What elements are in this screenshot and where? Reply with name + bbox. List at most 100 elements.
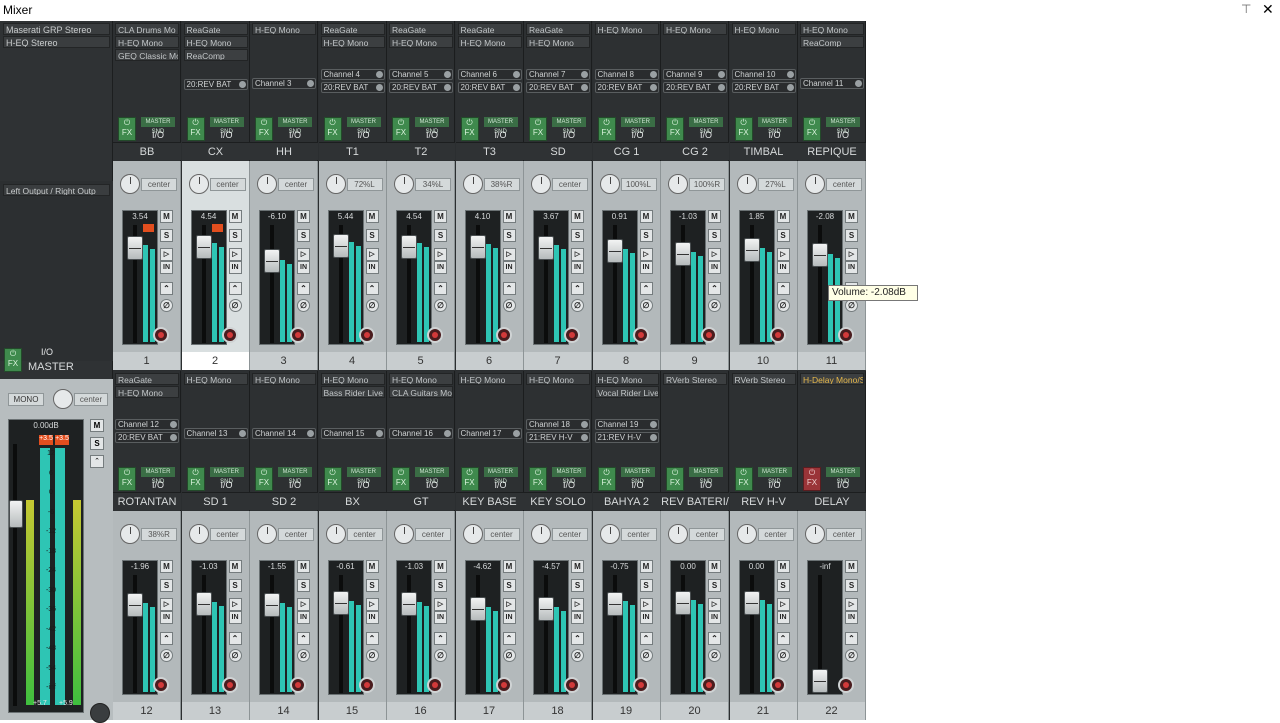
master-send-toggle[interactable]: MASTER SND [141,117,175,135]
envelope-icon[interactable]: ⌃ [571,282,584,295]
io-button[interactable]: I/O [621,129,655,141]
solo-button[interactable]: S [639,229,653,242]
input-button[interactable]: IN [502,611,516,624]
input-button[interactable]: IN [639,611,653,624]
io-button[interactable]: I/O [758,479,792,491]
input-button[interactable]: IN [571,611,584,624]
send-dot-icon[interactable] [581,84,588,91]
fx-slot[interactable]: H-EQ Mono [663,23,727,35]
fx-slot[interactable]: H-EQ Mono [457,373,522,385]
fx-slot[interactable]: H-EQ Mono [594,373,659,385]
record-arm-button[interactable] [838,327,854,343]
io-button[interactable]: I/O [689,479,723,491]
fx-power-button[interactable]: ⏻ FX [529,117,547,141]
solo-button[interactable]: S [365,229,379,242]
send-slot[interactable]: 20:REV BAT [115,432,179,443]
fx-bypass-icon[interactable]: ▷ [365,248,379,261]
volume-fader[interactable] [675,242,691,266]
envelope-icon[interactable]: ⌃ [160,632,173,645]
track-name[interactable]: KEY BASE [455,492,524,510]
master-send-toggle[interactable]: MASTER SND [415,117,449,135]
volume-fader[interactable] [606,591,623,616]
phase-icon[interactable]: ∅ [434,649,447,662]
io-button[interactable]: I/O [484,129,518,141]
pan-knob[interactable] [325,174,346,194]
input-button[interactable]: IN [845,261,858,274]
volume-fader[interactable] [469,235,486,260]
fx-slot[interactable]: ReaGate [115,373,179,385]
fx-bypass-icon[interactable]: ▷ [776,248,790,261]
pan-knob[interactable] [736,174,757,194]
send-slot[interactable]: 20:REV BAT [663,82,727,93]
send-slot[interactable]: 21:REV H-V [594,432,659,443]
pan-knob[interactable] [805,524,825,544]
record-arm-button[interactable] [769,327,786,343]
send-slot[interactable]: 20:REV BAT [183,79,248,90]
master-send-toggle[interactable]: MASTER SND [552,467,586,485]
io-button[interactable]: I/O [758,129,792,141]
mute-button[interactable]: M [365,560,379,573]
phase-icon[interactable]: ∅ [639,649,653,662]
track-number[interactable]: 11 [798,352,866,370]
record-arm-button[interactable] [221,327,238,343]
track-number[interactable]: 16 [387,702,455,720]
mute-button[interactable]: M [639,210,653,223]
send-slot[interactable]: Channel 14 [252,428,316,439]
track-number[interactable]: 1 [113,352,181,370]
send-slot[interactable]: 20:REV BAT [526,82,590,93]
master-io-button[interactable]: I/O [34,347,60,359]
send-slot[interactable]: Channel 9 [663,69,727,80]
fx-power-button[interactable]: ⏻ FX [460,467,479,491]
send-dot-icon[interactable] [444,84,451,91]
fx-slot[interactable]: GEQ Classic Mo [115,49,179,61]
volume-fader[interactable] [195,592,212,616]
mute-button[interactable]: M [776,560,790,573]
mute-button[interactable]: M [639,560,653,573]
phase-icon[interactable]: ∅ [776,649,790,662]
master-send-toggle[interactable]: MASTER SND [346,467,381,485]
send-slot[interactable]: Channel 18 [526,419,590,430]
mute-button[interactable]: M [502,560,516,573]
fx-bypass-icon[interactable]: ▷ [708,248,721,261]
pan-knob[interactable] [668,174,688,194]
mute-button[interactable]: M [708,560,721,573]
master-output-send[interactable]: Left Output / Right Outp [3,184,110,196]
send-dot-icon[interactable] [649,71,657,78]
record-arm-button[interactable] [495,677,512,693]
record-arm-button[interactable] [358,677,375,693]
send-dot-icon[interactable] [512,71,520,78]
record-arm-button[interactable] [427,677,443,693]
fx-slot[interactable]: Bass Rider Live [320,386,385,398]
pan-knob[interactable] [394,524,414,544]
fx-power-button[interactable]: ⏻ FX [666,117,684,141]
io-button[interactable]: I/O [552,479,586,491]
close-button[interactable]: ✕ [1262,1,1274,18]
input-button[interactable]: IN [776,611,790,624]
envelope-icon[interactable]: ⌃ [434,282,447,295]
send-slot[interactable]: Channel 15 [320,428,385,439]
input-button[interactable]: IN [639,261,653,274]
record-arm-button[interactable] [632,677,649,693]
fx-slot[interactable]: CLA Guitars Mo [389,386,453,398]
input-button[interactable]: IN [160,611,173,624]
track-number[interactable]: 6 [455,352,524,370]
track-number[interactable]: 21 [729,702,798,720]
send-slot[interactable]: Channel 12 [115,419,179,430]
input-button[interactable]: IN [297,611,310,624]
envelope-icon[interactable]: ⌃ [708,282,721,295]
master-fx-button[interactable]: ⏻ FX [4,348,22,372]
fx-bypass-icon[interactable]: ▷ [365,598,379,611]
fx-slot[interactable]: RVerb Stereo [731,373,796,385]
send-dot-icon[interactable] [855,80,862,87]
fx-slot[interactable]: H-EQ Mono [594,23,659,35]
send-dot-icon[interactable] [581,434,588,441]
envelope-icon[interactable]: ⌃ [708,632,721,645]
pan-knob[interactable] [188,174,209,194]
input-button[interactable]: IN [571,261,584,274]
track-number[interactable]: 18 [524,702,592,720]
io-button[interactable]: I/O [415,129,449,141]
io-button[interactable]: I/O [689,129,723,141]
fx-bypass-icon[interactable]: ▷ [845,598,858,611]
send-slot[interactable]: Channel 8 [594,69,659,80]
io-button[interactable]: I/O [552,129,586,141]
